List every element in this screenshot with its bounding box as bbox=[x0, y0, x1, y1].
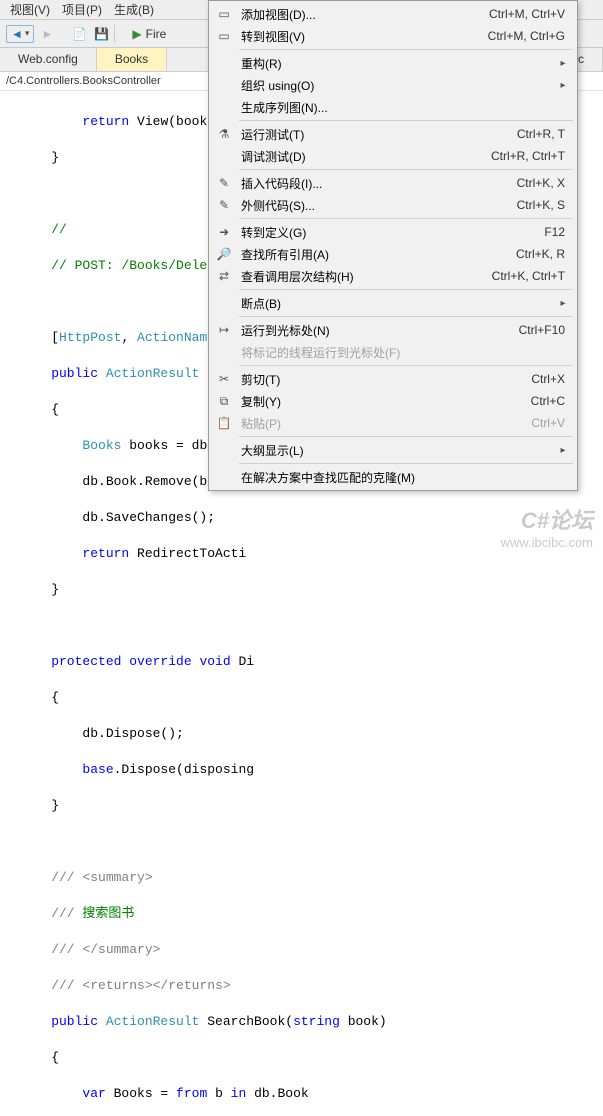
menu-insert-snippet[interactable]: ✎插入代码段(I)...Ctrl+K, X bbox=[211, 172, 575, 194]
menu-add-view[interactable]: ▭添加视图(D)...Ctrl+M, Ctrl+V bbox=[211, 3, 575, 25]
arrow-icon: ➜ bbox=[213, 225, 235, 239]
menu-view[interactable]: 视图(V) bbox=[6, 0, 54, 20]
nav-fwd-button[interactable]: ► bbox=[38, 25, 56, 43]
scissors-icon: ✂ bbox=[213, 372, 235, 386]
menu-copy[interactable]: ⧉复制(Y)Ctrl+C bbox=[211, 390, 575, 412]
chevron-right-icon: ▸ bbox=[557, 80, 569, 91]
separator bbox=[239, 316, 573, 317]
arrow-left-icon: ◄ bbox=[11, 27, 23, 41]
menu-paste: 📋粘贴(P)Ctrl+V bbox=[211, 412, 575, 434]
separator bbox=[239, 436, 573, 437]
menu-run-flagged: 将标记的线程运行到光标处(F) bbox=[211, 341, 575, 363]
menu-find-clones[interactable]: 在解决方案中查找匹配的克隆(M) bbox=[211, 466, 575, 488]
chevron-down-icon: ▾ bbox=[23, 28, 30, 39]
run-cursor-icon: ↦ bbox=[213, 323, 235, 337]
menu-organize-using[interactable]: 组织 using(O)▸ bbox=[211, 74, 575, 96]
menu-build[interactable]: 生成(B) bbox=[110, 0, 158, 20]
menu-call-hierarchy[interactable]: ⇄查看调用层次结构(H)Ctrl+K, Ctrl+T bbox=[211, 265, 575, 287]
separator bbox=[239, 169, 573, 170]
menu-goto-def[interactable]: ➜转到定义(G)F12 bbox=[211, 221, 575, 243]
copy-icon: ⧉ bbox=[213, 394, 235, 409]
menu-gen-sequence[interactable]: 生成序列图(N)... bbox=[211, 96, 575, 118]
context-menu: ▭添加视图(D)...Ctrl+M, Ctrl+V ▭转到视图(V)Ctrl+M… bbox=[208, 0, 578, 491]
menu-cut[interactable]: ✂剪切(T)Ctrl+X bbox=[211, 368, 575, 390]
new-file-icon[interactable]: 📄 bbox=[70, 25, 88, 43]
chevron-right-icon: ▸ bbox=[557, 298, 569, 309]
menu-project[interactable]: 项目(P) bbox=[58, 0, 106, 20]
surround-icon: ✎ bbox=[213, 198, 235, 212]
separator bbox=[239, 218, 573, 219]
tab-books[interactable]: Books bbox=[97, 48, 167, 71]
menu-breakpoint[interactable]: 断点(B)▸ bbox=[211, 292, 575, 314]
separator bbox=[239, 365, 573, 366]
tab-webconfig[interactable]: Web.config bbox=[0, 48, 97, 71]
menu-surround-with[interactable]: ✎外侧代码(S)...Ctrl+K, S bbox=[211, 194, 575, 216]
snippet-icon: ✎ bbox=[213, 176, 235, 190]
chevron-right-icon: ▸ bbox=[557, 445, 569, 456]
save-icon[interactable]: 💾 bbox=[92, 25, 110, 43]
run-button[interactable]: ▶ Fire bbox=[126, 26, 172, 42]
menu-outlining[interactable]: 大纲显示(L)▸ bbox=[211, 439, 575, 461]
menu-debug-tests[interactable]: 调试测试(D)Ctrl+R, Ctrl+T bbox=[211, 145, 575, 167]
menu-refactor[interactable]: 重构(R)▸ bbox=[211, 52, 575, 74]
menu-run-tests[interactable]: ⚗运行测试(T)Ctrl+R, T bbox=[211, 123, 575, 145]
separator bbox=[239, 463, 573, 464]
play-icon: ▶ bbox=[132, 27, 141, 41]
menu-goto-view[interactable]: ▭转到视图(V)Ctrl+M, Ctrl+G bbox=[211, 25, 575, 47]
flask-icon: ⚗ bbox=[213, 127, 235, 141]
separator bbox=[239, 120, 573, 121]
separator bbox=[239, 49, 573, 50]
nav-back-button[interactable]: ◄ ▾ bbox=[6, 25, 34, 43]
menu-find-refs[interactable]: 🔎查找所有引用(A)Ctrl+K, R bbox=[211, 243, 575, 265]
window-icon: ▭ bbox=[213, 7, 235, 21]
search-icon: 🔎 bbox=[213, 247, 235, 261]
hierarchy-icon: ⇄ bbox=[213, 269, 235, 283]
paste-icon: 📋 bbox=[213, 416, 235, 430]
menu-run-to-cursor[interactable]: ↦运行到光标处(N)Ctrl+F10 bbox=[211, 319, 575, 341]
goto-icon: ▭ bbox=[213, 29, 235, 43]
separator bbox=[239, 289, 573, 290]
chevron-right-icon: ▸ bbox=[557, 58, 569, 69]
